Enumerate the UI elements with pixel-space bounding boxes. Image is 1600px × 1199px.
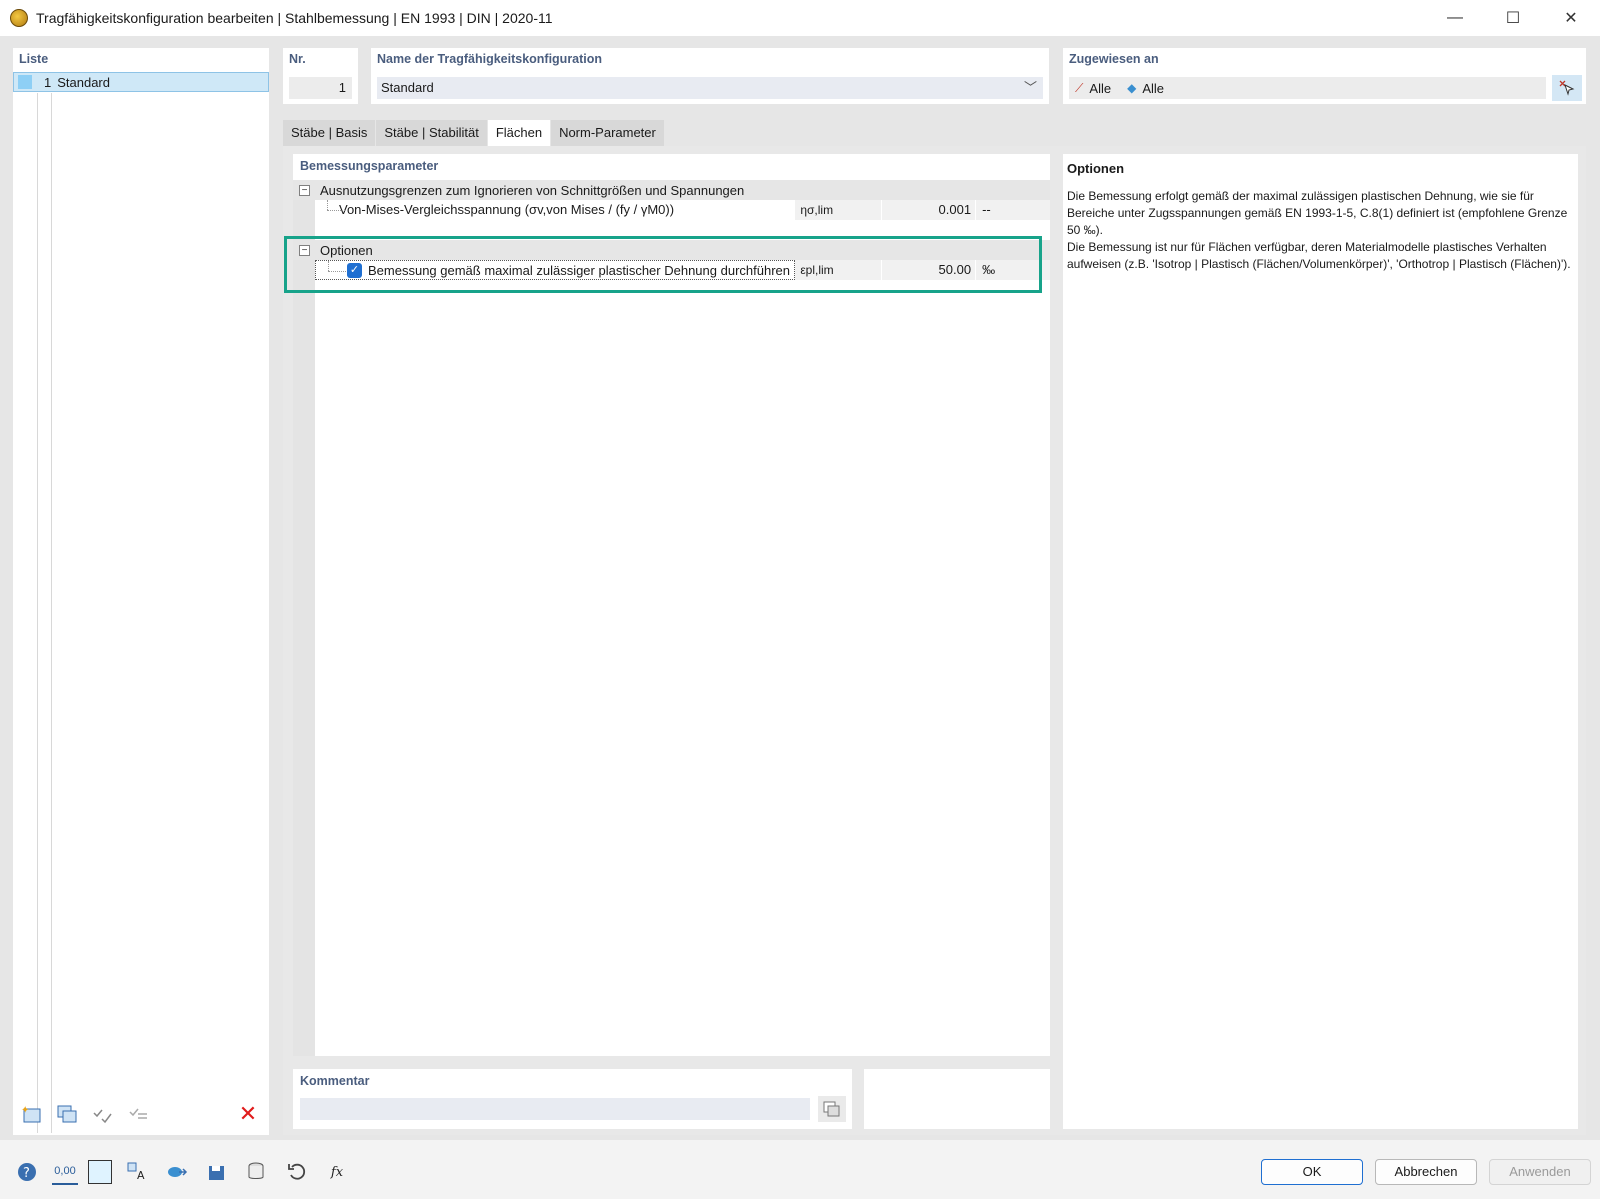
tab-norm-parameter[interactable]: Norm-Parameter (551, 120, 664, 146)
maximize-button[interactable]: ☐ (1484, 0, 1542, 36)
collapse-icon[interactable]: − (299, 184, 310, 196)
uncheck-all-icon[interactable] (125, 1101, 153, 1127)
new-item-icon[interactable]: ✦ (17, 1101, 45, 1127)
bottom-bar: ? 0,00 A fx OK Abbrechen Anwenden (0, 1140, 1600, 1199)
list-panel: Liste 1 Standard ✦ ✕ (13, 48, 269, 1135)
help-title: Optionen (1067, 161, 1125, 176)
group-options[interactable]: − Optionen (293, 240, 1050, 260)
title-bar: Tragfähigkeitskonfiguration bearbeiten |… (0, 0, 1600, 36)
param-label-cell: Von-Mises-Vergleichsspannung (σv,von Mis… (315, 200, 795, 220)
copy-item-icon[interactable] (53, 1101, 81, 1127)
design-parameters-panel: Bemessungsparameter − Ausnutzungsgrenzen… (293, 154, 1050, 1056)
param-value[interactable]: 50.00 (882, 260, 976, 280)
param-unit: ‰ (976, 260, 1050, 280)
tree-guide (37, 93, 38, 1133)
grid-gutter (293, 180, 315, 1056)
list-item[interactable]: 1 Standard (13, 72, 269, 92)
bottom-toolbar: ? 0,00 A fx (12, 1159, 352, 1185)
units-icon[interactable]: 0,00 (52, 1159, 78, 1185)
number-field: 1 (289, 77, 352, 99)
tree-line (327, 200, 328, 210)
save-icon[interactable] (202, 1159, 232, 1185)
assigned-field[interactable]: ⟋ Alle ◆ Alle (1069, 77, 1546, 99)
check-all-icon[interactable] (89, 1101, 117, 1127)
name-panel: Name der Tragfähigkeitskonfiguration Sta… (371, 48, 1049, 104)
number-label: Nr. (289, 52, 306, 66)
tree-guide (51, 93, 52, 1133)
name-value: Standard (381, 80, 434, 95)
params-title: Bemessungsparameter (300, 159, 439, 173)
assigned-surfaces: Alle (1142, 80, 1165, 96)
comment-field[interactable] (300, 1098, 810, 1120)
help-paragraph: Die Bemessung ist nur für Flächen verfüg… (1067, 240, 1571, 271)
app-icon (10, 9, 28, 27)
param-label: Bemessung gemäß maximal zulässiger plast… (368, 263, 790, 278)
import-icon[interactable] (162, 1159, 192, 1185)
surface-icon: ◆ (1127, 81, 1137, 95)
formula-icon[interactable]: fx (322, 1159, 352, 1185)
apply-button[interactable]: Anwenden (1489, 1159, 1591, 1185)
svg-text:✦: ✦ (21, 1105, 29, 1116)
param-row[interactable]: Von-Mises-Vergleichsspannung (σv,von Mis… (315, 200, 1050, 220)
window-controls: — ☐ ✕ (1426, 0, 1600, 36)
tree-line (328, 261, 329, 271)
tab-staebe-stabilitaet[interactable]: Stäbe | Stabilität (376, 120, 487, 146)
help-icon[interactable]: ? (12, 1159, 42, 1185)
assigned-panel: Zugewiesen an ⟋ Alle ◆ Alle (1063, 48, 1586, 104)
database-icon[interactable] (242, 1159, 272, 1185)
list-item-name: Standard (57, 74, 110, 90)
comment-library-icon[interactable] (818, 1096, 846, 1122)
tree-line (328, 271, 346, 272)
param-unit: -- (976, 200, 1050, 220)
list-title: Liste (19, 52, 49, 66)
param-label-cell: ✓ Bemessung gemäß maximal zulässiger pla… (315, 260, 796, 280)
minimize-button[interactable]: — (1426, 0, 1484, 36)
param-value[interactable]: 0.001 (882, 200, 976, 220)
param-symbol: εpl,lim (795, 260, 882, 280)
tab-staebe-basis[interactable]: Stäbe | Basis (283, 120, 376, 146)
cancel-button[interactable]: Abbrechen (1375, 1159, 1477, 1185)
assigned-label: Zugewiesen an (1069, 52, 1159, 66)
color-swatch-icon (18, 75, 32, 89)
text-format-icon[interactable]: A (122, 1159, 152, 1185)
param-symbol: ησ,lim (795, 200, 882, 220)
number-panel: Nr. 1 (283, 48, 358, 104)
help-text: Die Bemessung erfolgt gemäß der maximal … (1067, 188, 1575, 273)
assigned-members: Alle (1089, 80, 1112, 96)
comment-panel: Kommentar (293, 1069, 852, 1129)
close-button[interactable]: ✕ (1542, 0, 1600, 36)
collapse-icon[interactable]: − (299, 244, 310, 256)
name-label: Name der Tragfähigkeitskonfiguration (377, 52, 603, 66)
delete-icon[interactable]: ✕ (235, 1101, 261, 1127)
svg-text:?: ? (23, 1166, 30, 1181)
plastic-strain-checkbox[interactable]: ✓ (347, 263, 362, 278)
ok-button[interactable]: OK (1261, 1159, 1363, 1185)
group-label: Ausnutzungsgrenzen zum Ignorieren von Sc… (320, 182, 745, 198)
tree-line (327, 210, 345, 211)
member-icon: ⟋ (1075, 80, 1084, 95)
param-row[interactable]: ✓ Bemessung gemäß maximal zulässiger pla… (315, 260, 1050, 280)
group-label: Optionen (320, 242, 373, 258)
color-square-icon[interactable] (88, 1160, 112, 1184)
name-combobox[interactable]: Standard ﹀ (377, 77, 1043, 99)
comment-label: Kommentar (300, 1074, 370, 1088)
param-label: Von-Mises-Vergleichsspannung (σv,von Mis… (339, 202, 675, 217)
tab-bar: Stäbe | Basis Stäbe | Stabilität Flächen… (283, 120, 665, 146)
tab-flaechen[interactable]: Flächen (487, 120, 551, 146)
help-panel: Optionen Die Bemessung erfolgt gemäß der… (1063, 154, 1578, 1129)
help-paragraph: Die Bemessung erfolgt gemäß der maximal … (1067, 189, 1568, 237)
list-item-number: 1 (44, 74, 52, 90)
reset-icon[interactable] (282, 1159, 312, 1185)
svg-text:A: A (137, 1169, 145, 1182)
select-in-model-icon[interactable] (1552, 75, 1582, 101)
blank-panel (864, 1069, 1050, 1129)
list-toolbar: ✦ (17, 1101, 153, 1127)
window-title: Tragfähigkeitskonfiguration bearbeiten |… (36, 10, 553, 26)
group-utilization-limits[interactable]: − Ausnutzungsgrenzen zum Ignorieren von … (293, 180, 1050, 200)
chevron-down-icon[interactable]: ﹀ (1024, 77, 1037, 99)
